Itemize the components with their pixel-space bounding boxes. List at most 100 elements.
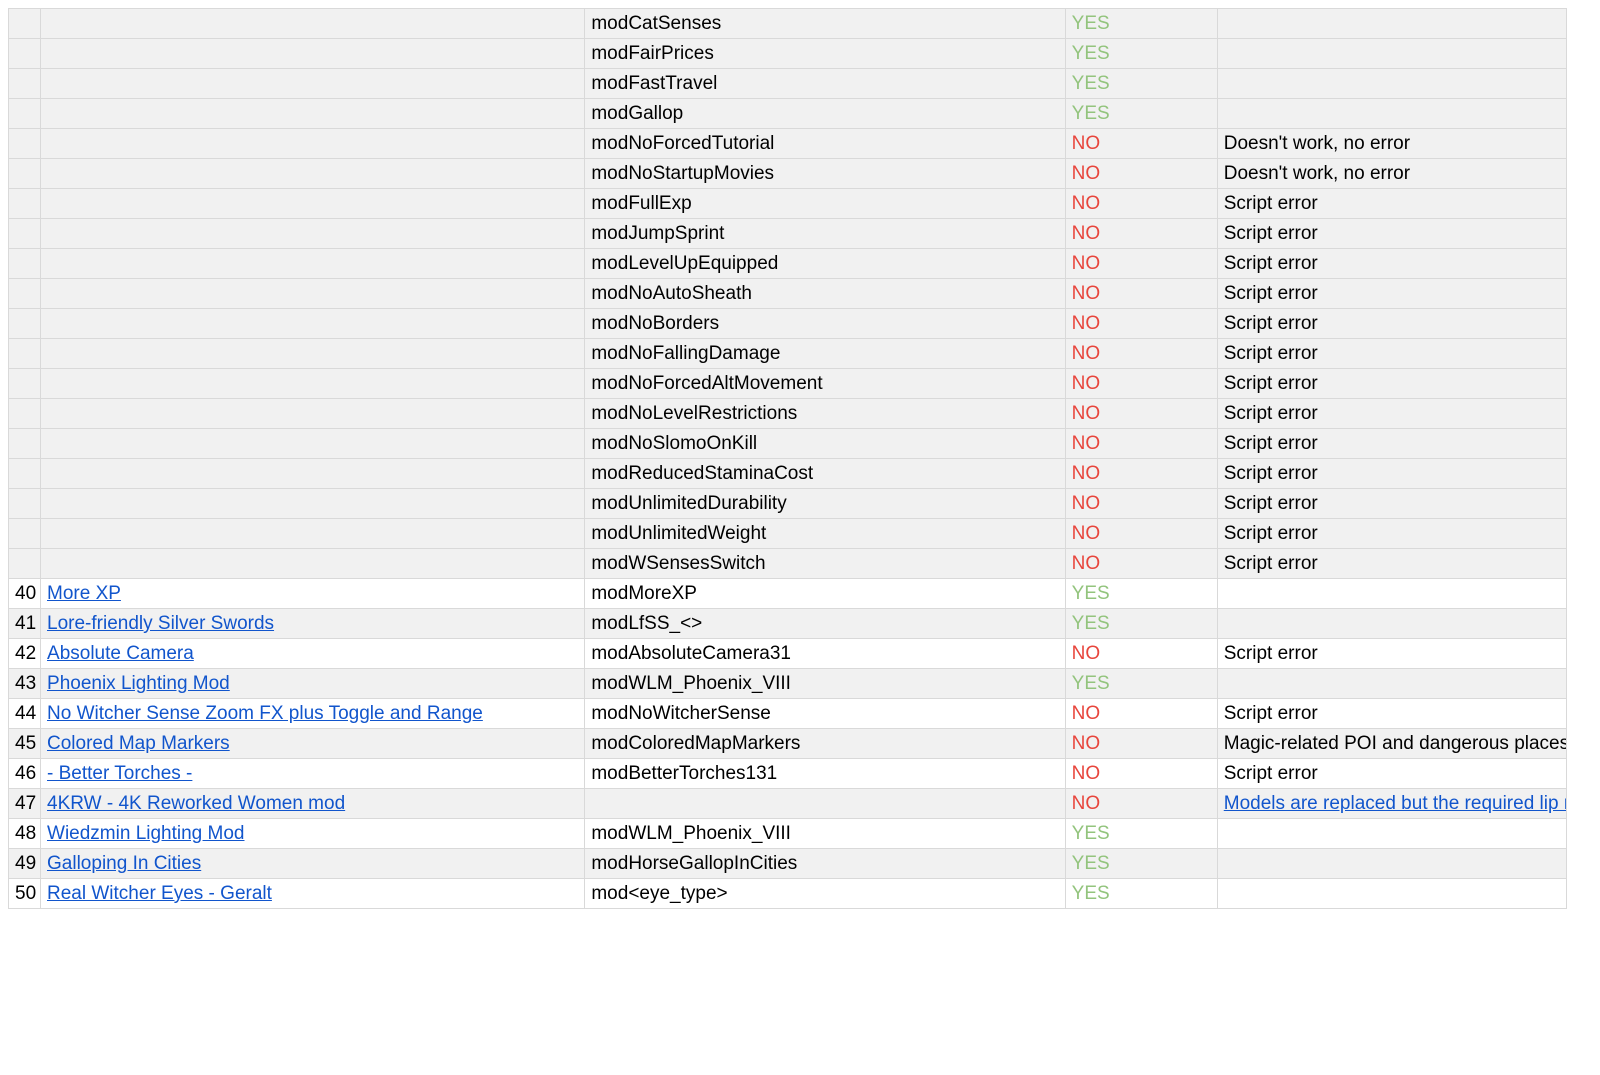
mod-folder-cell[interactable]: modNoForcedTutorial <box>585 129 1065 159</box>
status-cell[interactable]: YES <box>1065 99 1217 129</box>
mod-name-cell[interactable] <box>41 129 585 159</box>
notes-cell[interactable]: Doesn't work, no error <box>1217 129 1566 159</box>
status-cell[interactable]: YES <box>1065 879 1217 909</box>
status-cell[interactable]: YES <box>1065 9 1217 39</box>
notes-cell[interactable]: Script error <box>1217 489 1566 519</box>
mod-folder-cell[interactable]: modNoWitcherSense <box>585 699 1065 729</box>
row-number-cell[interactable]: 45 <box>9 729 41 759</box>
mod-name-cell[interactable]: - Better Torches - <box>41 759 585 789</box>
mod-folder-cell[interactable]: modNoStartupMovies <box>585 159 1065 189</box>
row-number-cell[interactable] <box>9 459 41 489</box>
mod-folder-cell[interactable]: modUnlimitedWeight <box>585 519 1065 549</box>
row-number-cell[interactable]: 42 <box>9 639 41 669</box>
mod-name-cell[interactable] <box>41 519 585 549</box>
row-number-cell[interactable] <box>9 429 41 459</box>
status-cell[interactable]: NO <box>1065 219 1217 249</box>
status-cell[interactable]: NO <box>1065 429 1217 459</box>
status-cell[interactable]: YES <box>1065 669 1217 699</box>
mod-folder-cell[interactable]: modFullExp <box>585 189 1065 219</box>
mod-folder-cell[interactable]: modReducedStaminaCost <box>585 459 1065 489</box>
notes-cell[interactable]: Script error <box>1217 519 1566 549</box>
mod-folder-cell[interactable]: modNoSlomoOnKill <box>585 429 1065 459</box>
mod-name-link[interactable]: Colored Map Markers <box>47 733 230 754</box>
status-cell[interactable]: NO <box>1065 459 1217 489</box>
status-cell[interactable]: NO <box>1065 129 1217 159</box>
mod-name-cell[interactable]: Real Witcher Eyes - Geralt <box>41 879 585 909</box>
status-cell[interactable]: NO <box>1065 729 1217 759</box>
status-cell[interactable]: NO <box>1065 639 1217 669</box>
notes-cell[interactable]: Script error <box>1217 189 1566 219</box>
mod-folder-cell[interactable]: modNoLevelRestrictions <box>585 399 1065 429</box>
mod-folder-cell[interactable]: modCatSenses <box>585 9 1065 39</box>
mod-name-cell[interactable] <box>41 489 585 519</box>
mod-folder-cell[interactable]: modLevelUpEquipped <box>585 249 1065 279</box>
status-cell[interactable]: NO <box>1065 249 1217 279</box>
notes-cell[interactable]: Script error <box>1217 759 1566 789</box>
mod-name-cell[interactable] <box>41 369 585 399</box>
mod-name-cell[interactable]: 4KRW - 4K Reworked Women mod <box>41 789 585 819</box>
row-number-cell[interactable] <box>9 339 41 369</box>
notes-cell[interactable]: Models are replaced but the required lip… <box>1217 789 1566 819</box>
mod-name-cell[interactable] <box>41 189 585 219</box>
row-number-cell[interactable] <box>9 189 41 219</box>
mod-name-cell[interactable]: More XP <box>41 579 585 609</box>
notes-cell[interactable] <box>1217 579 1566 609</box>
mod-name-cell[interactable]: Wiedzmin Lighting Mod <box>41 819 585 849</box>
status-cell[interactable]: YES <box>1065 579 1217 609</box>
mod-name-link[interactable]: Phoenix Lighting Mod <box>47 673 230 694</box>
mod-name-cell[interactable] <box>41 549 585 579</box>
mod-folder-cell[interactable]: modColoredMapMarkers <box>585 729 1065 759</box>
row-number-cell[interactable] <box>9 309 41 339</box>
mod-folder-cell[interactable]: modFastTravel <box>585 69 1065 99</box>
mod-folder-cell[interactable]: modHorseGallopInCities <box>585 849 1065 879</box>
notes-cell[interactable]: Script error <box>1217 369 1566 399</box>
status-cell[interactable]: NO <box>1065 489 1217 519</box>
row-number-cell[interactable] <box>9 369 41 399</box>
row-number-cell[interactable] <box>9 489 41 519</box>
row-number-cell[interactable] <box>9 549 41 579</box>
mod-name-cell[interactable] <box>41 309 585 339</box>
row-number-cell[interactable]: 46 <box>9 759 41 789</box>
status-cell[interactable]: NO <box>1065 789 1217 819</box>
status-cell[interactable]: NO <box>1065 699 1217 729</box>
status-cell[interactable]: NO <box>1065 519 1217 549</box>
row-number-cell[interactable] <box>9 399 41 429</box>
notes-cell[interactable] <box>1217 669 1566 699</box>
mod-name-link[interactable]: Galloping In Cities <box>47 853 201 874</box>
status-cell[interactable]: NO <box>1065 279 1217 309</box>
mod-name-cell[interactable] <box>41 9 585 39</box>
mod-name-cell[interactable] <box>41 159 585 189</box>
mod-name-cell[interactable] <box>41 429 585 459</box>
mod-name-link[interactable]: 4KRW - 4K Reworked Women mod <box>47 793 345 814</box>
mod-name-cell[interactable] <box>41 99 585 129</box>
status-cell[interactable]: YES <box>1065 849 1217 879</box>
mod-folder-cell[interactable]: modNoForcedAltMovement <box>585 369 1065 399</box>
mod-folder-cell[interactable] <box>585 789 1065 819</box>
status-cell[interactable]: NO <box>1065 549 1217 579</box>
mod-folder-cell[interactable]: modBetterTorches131 <box>585 759 1065 789</box>
row-number-cell[interactable] <box>9 159 41 189</box>
notes-cell[interactable]: Magic-related POI and dangerous places m… <box>1217 729 1566 759</box>
mod-name-cell[interactable] <box>41 399 585 429</box>
mod-name-cell[interactable]: Colored Map Markers <box>41 729 585 759</box>
notes-cell[interactable] <box>1217 99 1566 129</box>
mod-folder-cell[interactable]: modWLM_Phoenix_VIII <box>585 669 1065 699</box>
row-number-cell[interactable]: 44 <box>9 699 41 729</box>
row-number-cell[interactable] <box>9 69 41 99</box>
mod-name-link[interactable]: No Witcher Sense Zoom FX plus Toggle and… <box>47 703 483 724</box>
mod-folder-cell[interactable]: modNoBorders <box>585 309 1065 339</box>
mod-folder-cell[interactable]: modMoreXP <box>585 579 1065 609</box>
notes-cell[interactable] <box>1217 609 1566 639</box>
row-number-cell[interactable]: 47 <box>9 789 41 819</box>
mod-name-cell[interactable]: Galloping In Cities <box>41 849 585 879</box>
mod-folder-cell[interactable]: mod<eye_type> <box>585 879 1065 909</box>
row-number-cell[interactable] <box>9 9 41 39</box>
row-number-cell[interactable] <box>9 279 41 309</box>
notes-cell[interactable] <box>1217 9 1566 39</box>
row-number-cell[interactable]: 49 <box>9 849 41 879</box>
status-cell[interactable]: NO <box>1065 399 1217 429</box>
row-number-cell[interactable]: 41 <box>9 609 41 639</box>
notes-cell[interactable]: Doesn't work, no error <box>1217 159 1566 189</box>
mod-name-cell[interactable] <box>41 279 585 309</box>
notes-cell[interactable]: Script error <box>1217 699 1566 729</box>
